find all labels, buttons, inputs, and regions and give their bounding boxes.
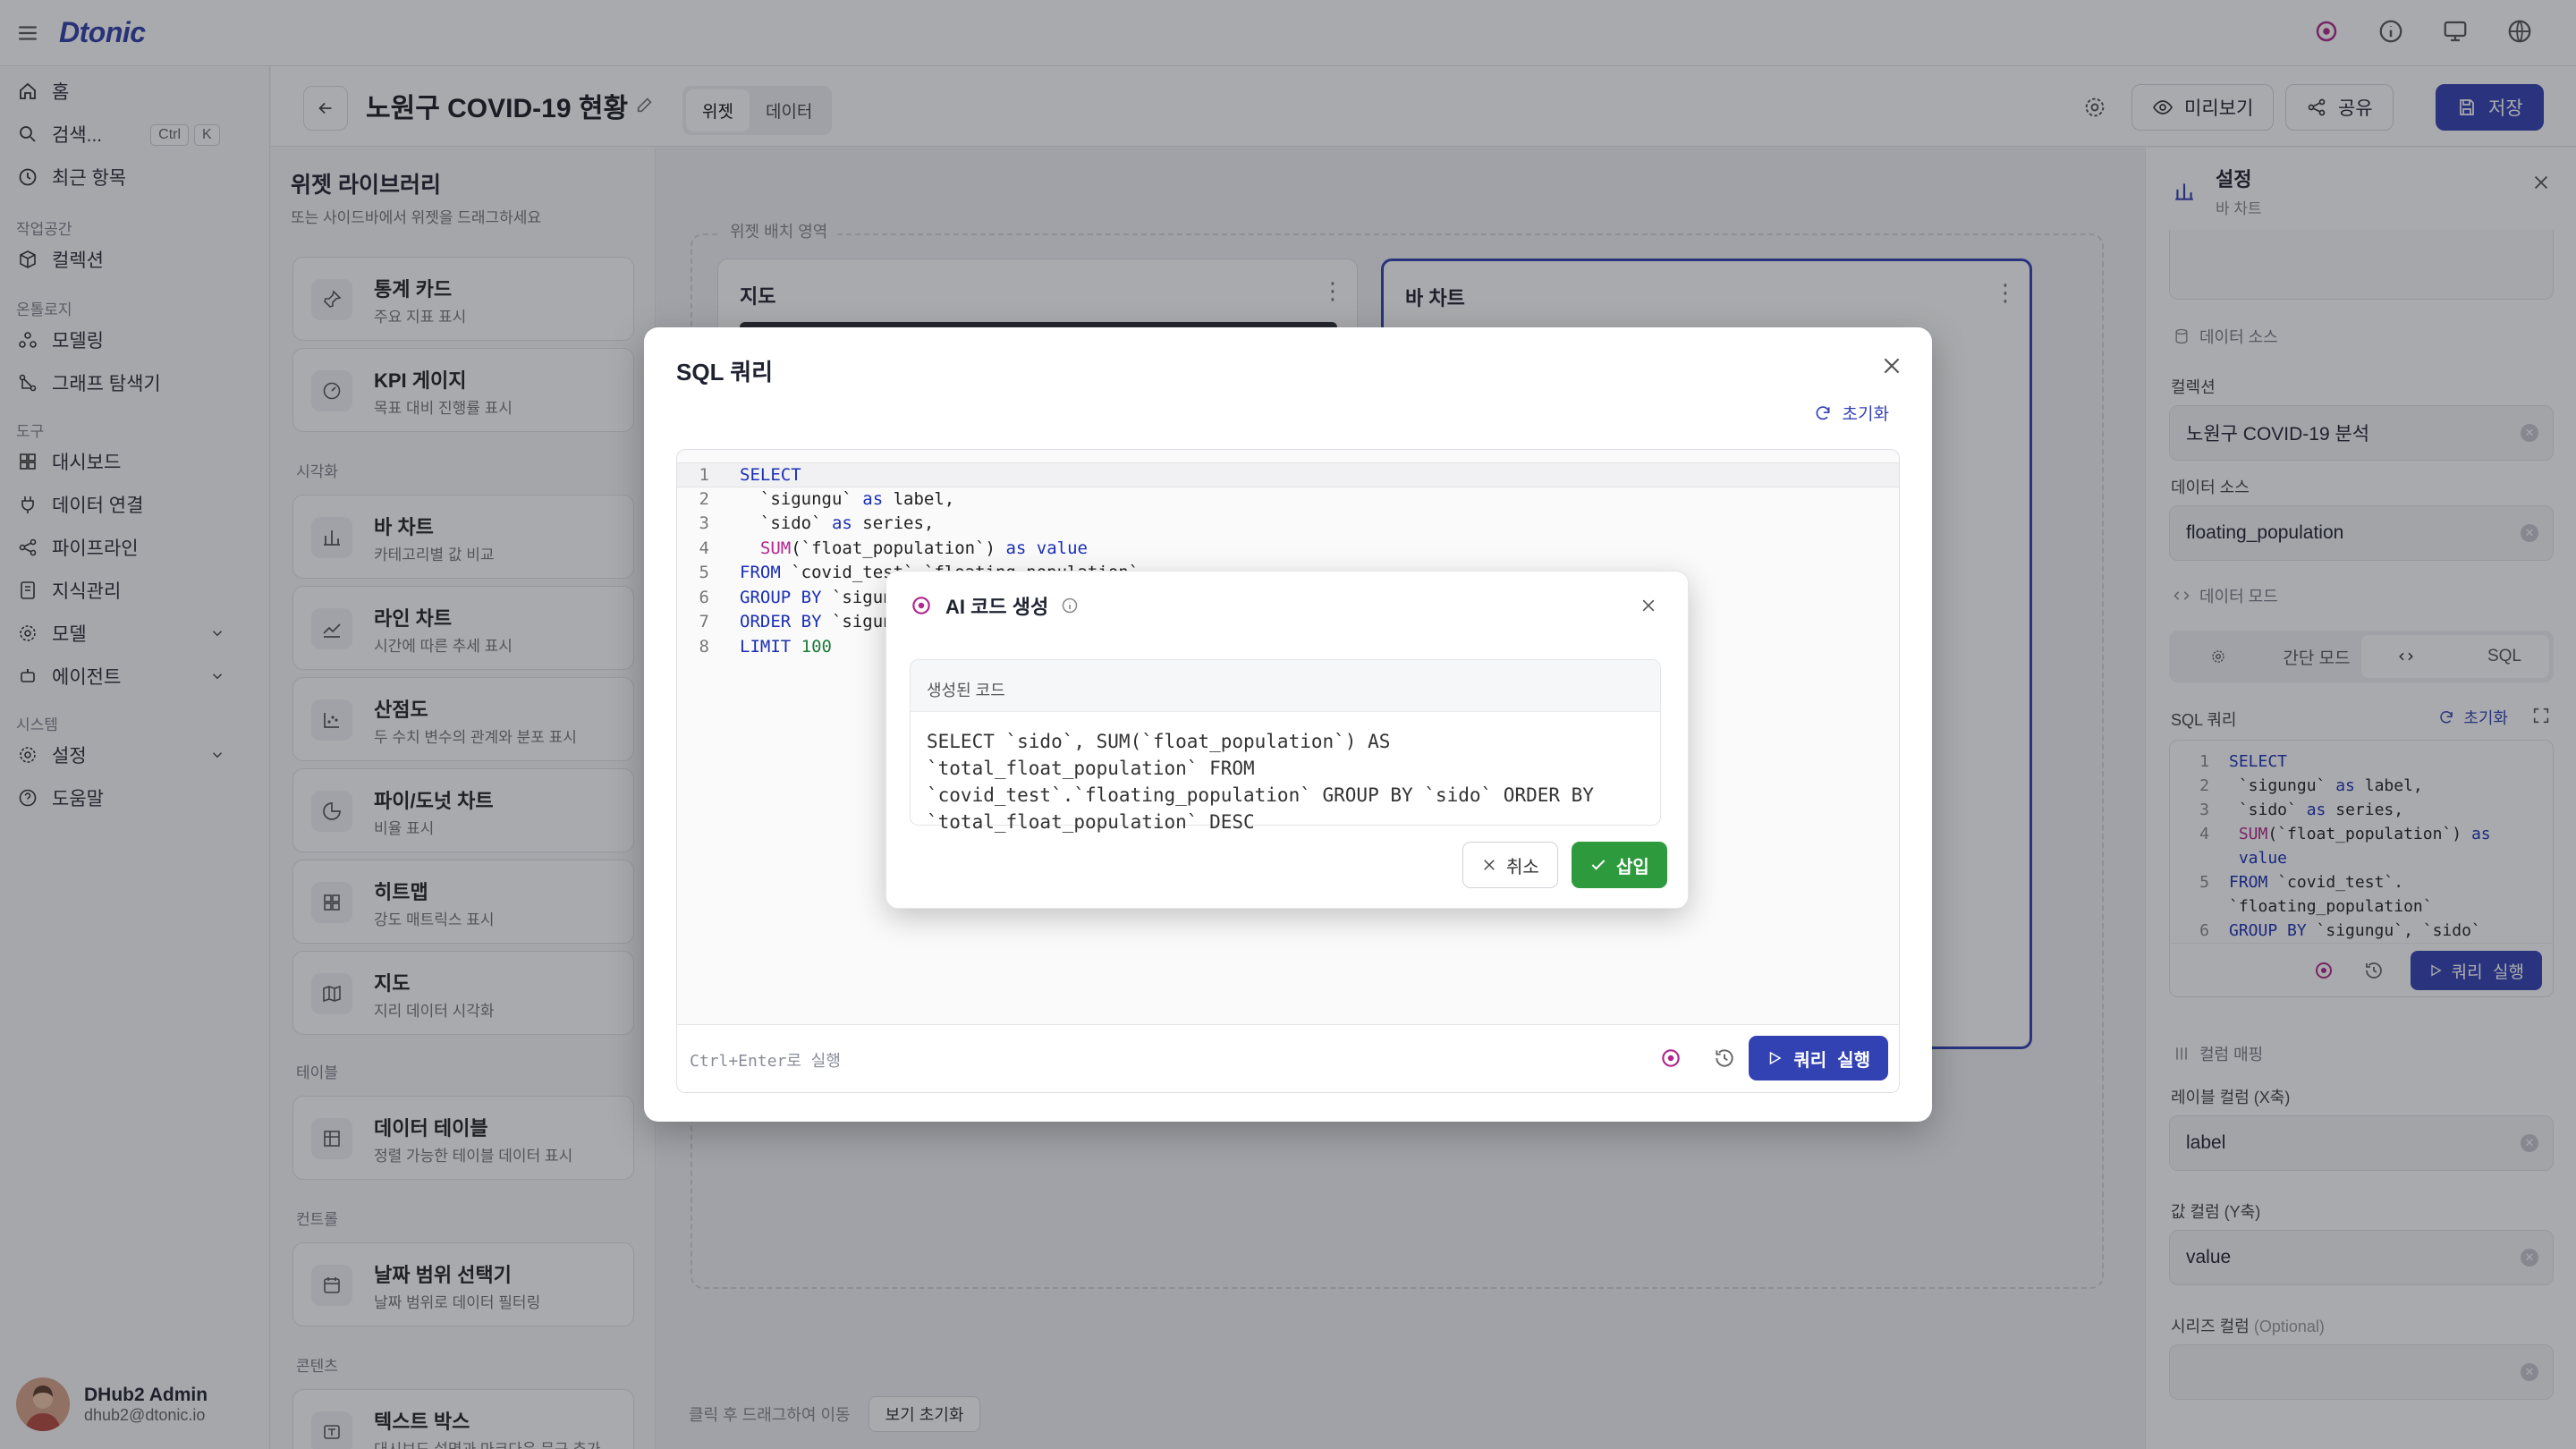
cancel-label: 취소 <box>1506 857 1539 877</box>
sql-reset-button[interactable]: 초기화 <box>1814 401 1889 425</box>
close-icon <box>1481 857 1497 873</box>
run-query-label: 쿼리 실행 <box>1793 1048 1870 1071</box>
cancel-button[interactable]: 취소 <box>1462 842 1558 888</box>
close-icon[interactable] <box>1880 354 1903 377</box>
insert-button[interactable]: 삽입 <box>1572 842 1667 888</box>
sql-reset-label: 초기화 <box>1842 405 1889 424</box>
ai-code-dialog: AI 코드 생성 생성된 코드 SELECT `sido`, SUM(`floa… <box>886 571 1689 909</box>
generated-code-label: 생성된 코드 <box>911 660 1660 712</box>
generated-code[interactable]: SELECT `sido`, SUM(`float_population`) A… <box>911 712 1660 835</box>
ai-sparkle-icon <box>910 594 933 617</box>
run-query-button[interactable]: 쿼리 실행 <box>1749 1036 1888 1080</box>
ai-dialog-title: AI 코드 생성 <box>945 596 1049 618</box>
close-icon[interactable] <box>1640 597 1657 614</box>
play-icon <box>1767 1050 1783 1066</box>
refresh-icon <box>1814 404 1832 422</box>
check-icon <box>1589 856 1607 874</box>
history-icon[interactable] <box>1713 1046 1736 1070</box>
ai-dialog-header: AI 코드 생성 <box>910 591 1079 620</box>
insert-label: 삽입 <box>1616 857 1649 877</box>
ai-sparkle-icon[interactable] <box>1659 1046 1682 1070</box>
run-hint: Ctrl+Enter로 실행 <box>690 1052 841 1071</box>
generated-code-box: 생성된 코드 SELECT `sido`, SUM(`float_populat… <box>910 659 1661 833</box>
modal-title: SQL 쿼리 <box>676 359 774 386</box>
info-icon[interactable] <box>1061 597 1079 614</box>
code-editor-footer: Ctrl+Enter로 실행 쿼리 실행 <box>677 1024 1899 1092</box>
